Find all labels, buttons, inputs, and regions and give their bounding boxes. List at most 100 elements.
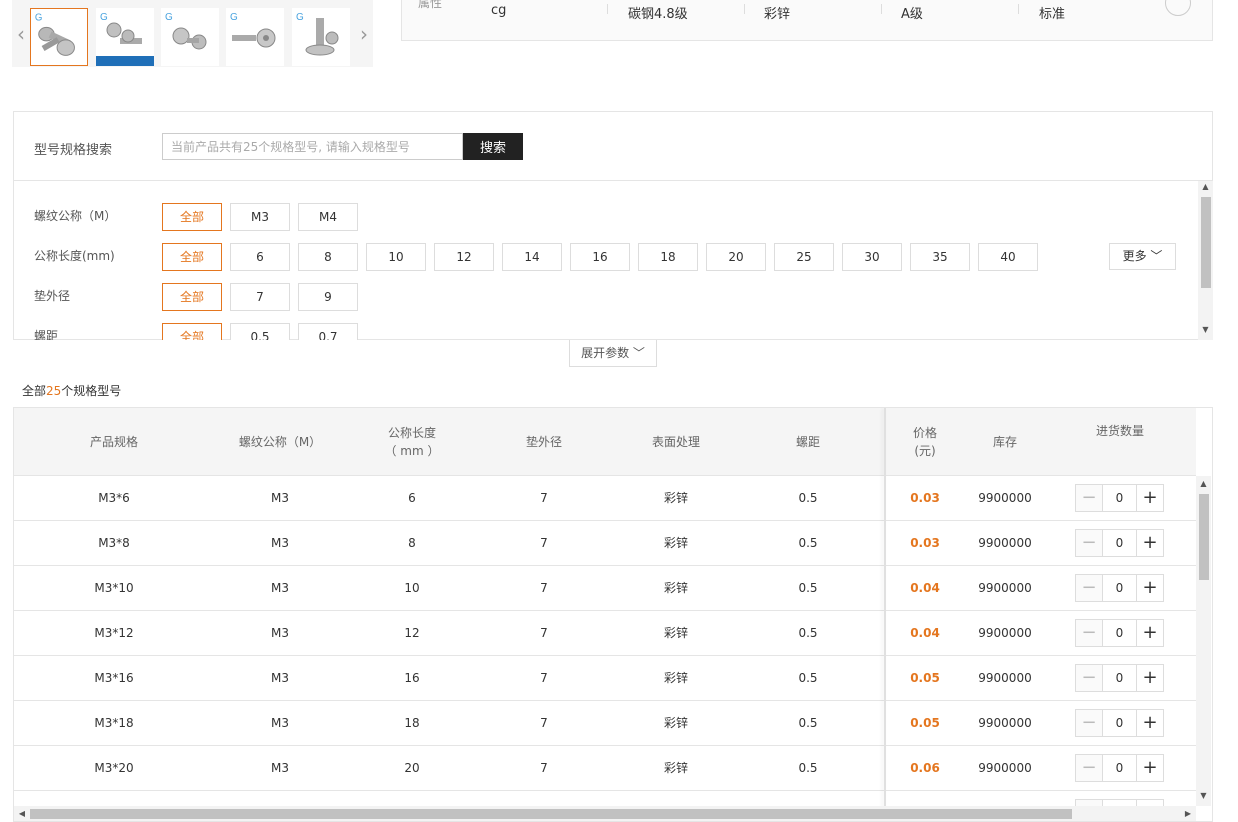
cell-price: 0.04	[910, 626, 940, 640]
cell-stock: 9900000	[978, 491, 1032, 505]
cell-washer: 7	[540, 671, 548, 685]
cell-price: 0.04	[910, 581, 940, 595]
filter-option[interactable]: 35	[910, 243, 970, 271]
filter-option[interactable]: 0.7	[298, 323, 358, 340]
quantity-input[interactable]: 0	[1103, 709, 1136, 737]
filter-option[interactable]: 16	[570, 243, 630, 271]
quantity-input[interactable]: 0	[1103, 619, 1136, 647]
filter-option-all[interactable]: 全部	[162, 323, 222, 340]
chevron-left-icon[interactable]: ‹	[14, 24, 28, 44]
minus-icon[interactable]: −	[1075, 754, 1103, 782]
plus-icon[interactable]: +	[1136, 709, 1164, 737]
minus-icon[interactable]: −	[1075, 619, 1103, 647]
table-vertical-scrollbar[interactable]: ▲ ▼	[1196, 476, 1211, 806]
filter-option[interactable]: 25	[774, 243, 834, 271]
filter-scrollbar[interactable]: ▲ ▼	[1198, 181, 1213, 340]
table-horizontal-scrollbar[interactable]: ◀ ▶	[14, 806, 1196, 821]
gallery-thumb[interactable]: G	[226, 8, 284, 66]
gallery-thumb[interactable]: G	[292, 8, 350, 66]
filter-option[interactable]: M3	[230, 203, 290, 231]
filter-option-all[interactable]: 全部	[162, 203, 222, 231]
cell-length: 20	[404, 761, 420, 775]
minus-icon[interactable]	[1075, 799, 1103, 806]
gallery-thumb[interactable]: G	[96, 8, 154, 66]
filter-row-pitch: 螺距 全部 0.5 0.7	[14, 321, 1198, 340]
quantity-stepper: −0 +	[1075, 619, 1165, 647]
cell-surface: 彩锌	[663, 671, 688, 685]
plus-icon[interactable]: +	[1136, 529, 1164, 557]
scroll-up-icon[interactable]: ▲	[1198, 181, 1213, 193]
filter-option[interactable]: 10	[366, 243, 426, 271]
filter-option[interactable]: 40	[978, 243, 1038, 271]
filter-option[interactable]: 18	[638, 243, 698, 271]
quantity-input[interactable]: 0	[1103, 529, 1136, 557]
cell-thread: M3	[271, 536, 289, 550]
plus-icon[interactable]: +	[1136, 619, 1164, 647]
scrollbar-thumb[interactable]	[1201, 197, 1211, 288]
quantity-input[interactable]: 0	[1103, 664, 1136, 692]
spec-value: 标准	[1039, 7, 1066, 22]
plus-icon[interactable]: +	[1136, 664, 1164, 692]
scroll-left-icon[interactable]: ◀	[15, 806, 29, 821]
quantity-stepper: −0 +	[1075, 754, 1165, 782]
scroll-down-icon[interactable]: ▼	[1196, 790, 1211, 802]
chevron-right-icon[interactable]: ›	[357, 24, 371, 44]
filter-option[interactable]: 12	[434, 243, 494, 271]
cell-spec: M3*12	[94, 626, 134, 640]
expand-params-button[interactable]: 展开参数 ﹀	[569, 340, 657, 367]
filter-option[interactable]: 20	[706, 243, 766, 271]
filter-option[interactable]: M4	[298, 203, 358, 231]
scrollbar-thumb[interactable]	[1199, 494, 1209, 580]
filter-option[interactable]: 7	[230, 283, 290, 311]
quantity-input[interactable]: 0	[1103, 484, 1136, 512]
cell-thread: M3	[271, 491, 289, 505]
spec-value: 碳钢4.8级	[628, 7, 688, 22]
plus-icon[interactable]: +	[1136, 574, 1164, 602]
filter-option[interactable]: 9	[298, 283, 358, 311]
search-button[interactable]: 搜索	[463, 133, 523, 160]
quantity-input[interactable]: 0	[1103, 754, 1136, 782]
scroll-right-icon[interactable]: ▶	[1181, 806, 1195, 821]
filter-option[interactable]: 0.5	[230, 323, 290, 340]
minus-icon[interactable]: −	[1075, 664, 1103, 692]
count-number: 25	[46, 384, 62, 398]
plus-icon[interactable]	[1136, 799, 1164, 806]
minus-icon[interactable]: −	[1075, 709, 1103, 737]
filter-option[interactable]: 8	[298, 243, 358, 271]
cell-spec: M3*6	[98, 491, 130, 505]
spec-search-input[interactable]	[162, 133, 463, 160]
spec-filter-panel: 型号规格搜索 搜索 螺纹公称（M） 全部 M3 M4 公称长度(mm) 全部 6…	[13, 111, 1213, 340]
filter-option-all[interactable]: 全部	[162, 243, 222, 271]
filter-label: 螺距	[34, 329, 59, 340]
more-options-button[interactable]: 更多 ﹀	[1109, 243, 1176, 270]
cell-price: 0.05	[910, 671, 940, 685]
scroll-down-icon[interactable]: ▼	[1198, 324, 1213, 336]
quantity-input[interactable]	[1103, 799, 1136, 806]
minus-icon[interactable]: −	[1075, 484, 1103, 512]
scroll-up-icon[interactable]: ▲	[1196, 478, 1211, 490]
circle-button-icon[interactable]	[1165, 0, 1191, 16]
cell-surface: 彩锌	[663, 716, 688, 730]
table-row: M3*18 M3 18 7 彩锌 0.5 0.05 9900000 −0 +	[14, 701, 1196, 746]
svg-text:G: G	[296, 12, 304, 23]
minus-icon[interactable]: −	[1075, 574, 1103, 602]
cell-surface: 彩锌	[663, 761, 688, 775]
image-gallery: ‹ G G G G G ›	[12, 0, 373, 67]
scrollbar-thumb[interactable]	[30, 809, 1072, 819]
cell-price: 0.03	[910, 536, 940, 550]
filter-option[interactable]: 30	[842, 243, 902, 271]
table-row	[14, 791, 1196, 806]
gallery-thumb[interactable]: G	[161, 8, 219, 66]
quantity-input[interactable]: 0	[1103, 574, 1136, 602]
cell-washer: 7	[540, 536, 548, 550]
plus-icon[interactable]: +	[1136, 754, 1164, 782]
spec-value: cg	[491, 3, 507, 18]
filter-option[interactable]: 14	[502, 243, 562, 271]
plus-icon[interactable]: +	[1136, 484, 1164, 512]
filter-option[interactable]: 6	[230, 243, 290, 271]
minus-icon[interactable]: −	[1075, 529, 1103, 557]
filter-row-length: 公称长度(mm) 全部 6 8 10 12 14 16 18 20 25 30 …	[14, 241, 1198, 271]
gallery-thumb[interactable]: G	[30, 8, 88, 66]
fixed-column-divider	[884, 408, 886, 821]
filter-option-all[interactable]: 全部	[162, 283, 222, 311]
